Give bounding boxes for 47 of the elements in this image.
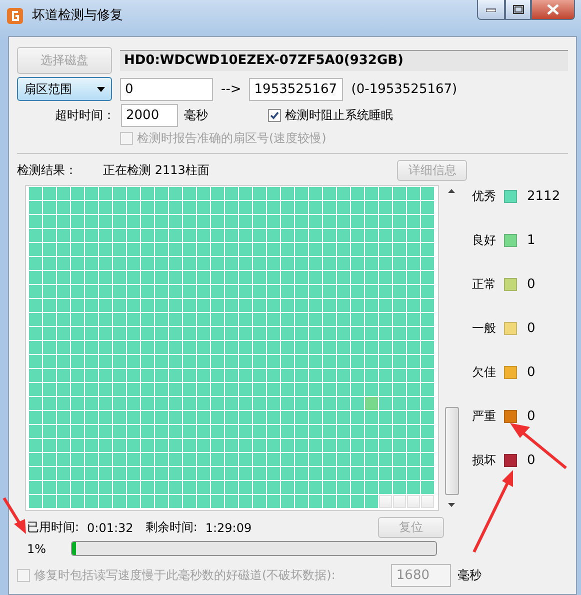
close-button[interactable] xyxy=(531,0,575,20)
range-end-field[interactable]: 1953525167 xyxy=(249,78,344,100)
slow-threshold-unit: 毫秒 xyxy=(457,567,482,584)
close-icon xyxy=(547,4,559,15)
window-title: 坏道检测与修复 xyxy=(32,7,123,25)
legend-count: 2112 xyxy=(527,189,560,204)
results-label: 检测结果： xyxy=(17,162,78,179)
legend-count: 0 xyxy=(527,365,536,380)
progress-percent: 1% xyxy=(27,542,48,556)
elapsed-value: 0:01:32 xyxy=(87,520,134,534)
checkbox[interactable] xyxy=(268,109,281,122)
remaining-label: 剩余时间: xyxy=(145,519,198,536)
annotation-arrow xyxy=(2,497,26,534)
legend-count: 0 xyxy=(527,277,536,292)
legend-label: 正常 xyxy=(472,276,496,293)
range-arrow-text: --> xyxy=(221,82,242,96)
elapsed-label: 已用时间: xyxy=(27,519,80,536)
legend-label: 优秀 xyxy=(472,188,496,205)
legend-count: 0 xyxy=(527,321,536,336)
maximize-icon xyxy=(512,5,524,14)
disk-name-field: HD0:WDCWD10EZEX-07ZF5A0(932GB) xyxy=(120,50,568,71)
range-dropdown[interactable]: 扇区范围 xyxy=(17,77,112,101)
minimize-icon xyxy=(486,8,496,12)
legend-count: 0 xyxy=(527,453,536,468)
scroll-down-icon xyxy=(448,503,455,507)
legend-label: 欠佳 xyxy=(472,364,496,381)
timeout-unit-text: 毫秒 xyxy=(184,107,208,124)
legend-count: 1 xyxy=(527,233,536,248)
maximize-button[interactable] xyxy=(505,0,531,20)
dropdown-caret-icon xyxy=(97,86,105,92)
scrollbar-thumb[interactable] xyxy=(444,407,458,495)
scroll-up-icon xyxy=(448,189,455,193)
range-hint-text: (0-1953525167) xyxy=(351,82,458,96)
checkbox-label[interactable]: 检测时阻止系统睡眠 xyxy=(268,107,393,124)
checkmark-icon xyxy=(270,111,279,120)
legend-label: 严重 xyxy=(472,408,496,425)
legend-count: 0 xyxy=(527,409,536,424)
timeout-field[interactable]: 2000 xyxy=(121,104,178,127)
legend-label: 一般 xyxy=(472,320,496,337)
timeout-label: 超时时间： xyxy=(54,107,115,124)
legend-label: 损坏 xyxy=(472,452,496,469)
scan-status-text: 正在检测 2113柱面 xyxy=(103,162,210,179)
app-logo-icon xyxy=(6,7,24,25)
range-start-field[interactable]: 0 xyxy=(120,78,213,100)
minimize-button[interactable] xyxy=(477,0,505,20)
remaining-value: 1:29:09 xyxy=(205,520,252,534)
legend-label: 良好 xyxy=(472,232,496,249)
